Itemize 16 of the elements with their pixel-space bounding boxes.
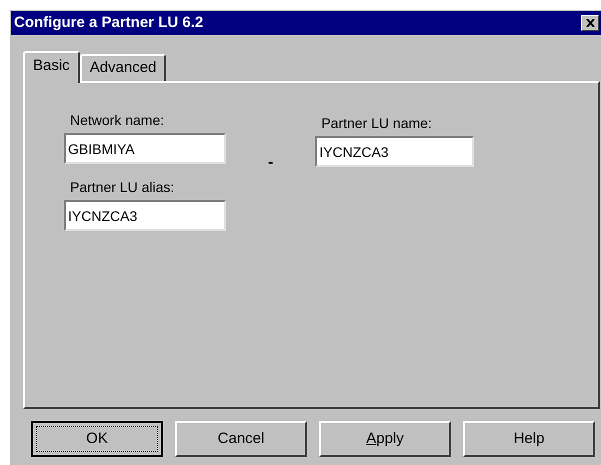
input-field[interactable]: IYCNZCA3 — [64, 200, 226, 231]
input-field[interactable]: IYCNZCA3 — [315, 136, 474, 167]
close-button[interactable] — [581, 15, 599, 31]
input-field[interactable]: GBIBMIYA — [64, 133, 226, 164]
field-label: Partner LU alias: — [69, 178, 176, 196]
window-title: Configure a Partner LU 6.2 — [14, 12, 204, 33]
separator-text: - — [268, 153, 274, 173]
close-icon — [586, 19, 594, 27]
field-label: Network name: — [69, 111, 166, 129]
dialog-button[interactable]: Apply — [319, 421, 451, 457]
tab[interactable]: Advanced — [80, 54, 166, 81]
dialog-button[interactable]: OK — [31, 421, 163, 457]
dialog-button[interactable]: Cancel — [175, 421, 307, 457]
dialog-button[interactable]: Help — [463, 421, 595, 457]
tab[interactable]: Basic — [23, 51, 80, 83]
field-label: Partner LU name: — [320, 114, 433, 132]
